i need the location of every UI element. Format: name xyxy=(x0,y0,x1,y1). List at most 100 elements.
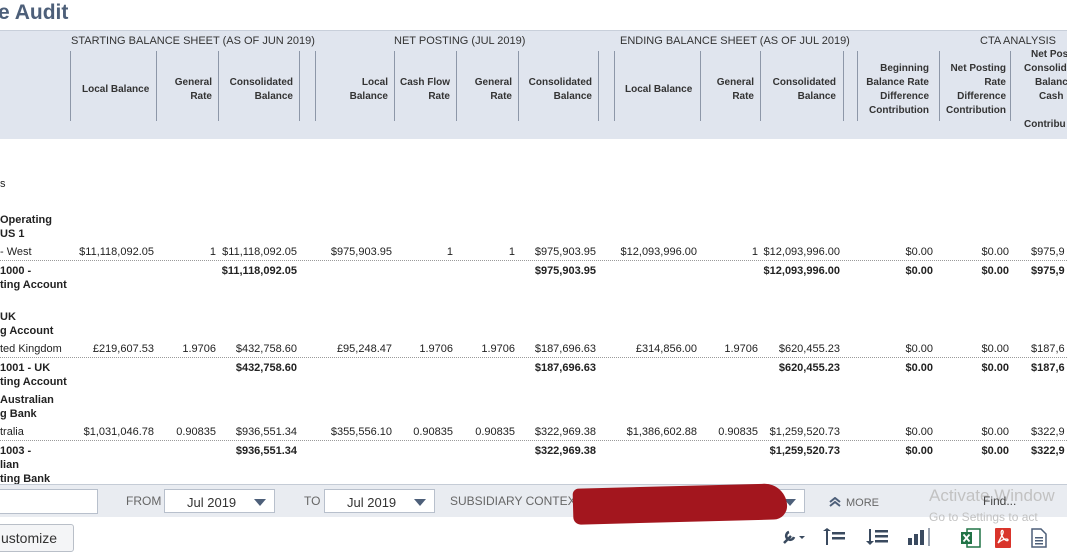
cell-end-local: £314,856.00 xyxy=(635,343,697,355)
cell-end-consolidated: $620,455.23 xyxy=(778,343,840,355)
total-net-consolidated: $322,969.38 xyxy=(534,445,596,457)
total-label: 1000 - ting Account xyxy=(0,265,67,291)
to-period-select[interactable]: Jul 2019 xyxy=(324,489,435,513)
cell-net-consolidated: $975,903.95 xyxy=(534,246,596,258)
section-label: s xyxy=(0,178,6,190)
cell-start-consolidated: $11,118,092.05 xyxy=(222,246,297,258)
cell-start-rate: 1.9706 xyxy=(182,343,216,355)
subsidiary-context-label: SUBSIDIARY CONTEXT xyxy=(450,494,583,508)
group-cta-analysis: CTA ANALYSIS xyxy=(980,35,1057,47)
bar-chart-icon[interactable] xyxy=(906,528,936,551)
total-label: 1003 - lian ting Bank xyxy=(0,445,51,485)
col-start-consolidated[interactable]: Consolidated Balance xyxy=(222,76,293,104)
cell-start-consolidated: $936,551.34 xyxy=(235,426,297,438)
col-end-rate[interactable]: General Rate xyxy=(703,76,754,104)
customize-button[interactable]: ustomize xyxy=(0,524,74,552)
total-start-consolidated: $936,551.34 xyxy=(235,445,297,457)
column-header: STARTING BALANCE SHEET (AS OF JUN 2019) … xyxy=(0,30,1067,139)
cell-net-local: $975,903.95 xyxy=(330,246,392,258)
to-label: TO xyxy=(304,494,321,508)
col-net-cashflow-rate[interactable]: Cash Flow Rate xyxy=(396,76,450,104)
cell-end-rate: 1.9706 xyxy=(724,343,758,355)
cell-net-rate: 1.9706 xyxy=(481,343,515,355)
total-cta-net: $0.00 xyxy=(981,362,1009,374)
total-cta-net: $0.00 xyxy=(981,265,1009,277)
total-start-consolidated: $432,758.60 xyxy=(235,362,297,374)
filter-input[interactable] xyxy=(0,489,98,514)
activate-windows-hint: Go to Settings to act xyxy=(929,510,1038,524)
cell-cta-cash: $322,9 xyxy=(1031,426,1065,438)
expand-all-icon[interactable] xyxy=(864,528,890,551)
print-document-icon[interactable] xyxy=(1030,528,1048,553)
filter-bar: FROM Jul 2019 TO Jul 2019 SUBSIDIARY CON… xyxy=(0,484,1067,517)
more-button[interactable]: MORE xyxy=(829,496,879,509)
from-label: FROM xyxy=(126,494,162,508)
chevron-down-icon xyxy=(414,499,426,506)
cell-net-consolidated: $322,969.38 xyxy=(534,426,596,438)
cell-end-consolidated: $12,093,996.00 xyxy=(763,246,840,258)
col-cta-cash-cut[interactable]: Net Pos Consolid Balanc Cash Contribu xyxy=(1024,48,1067,132)
col-net-consolidated[interactable]: Consolidated Balance xyxy=(521,76,592,104)
col-end-consolidated[interactable]: Consolidated Balance xyxy=(764,76,836,104)
cell-start-rate: 0.90835 xyxy=(176,426,216,438)
cell-start-local: $11,118,092.05 xyxy=(79,246,154,258)
redaction-mark xyxy=(572,483,788,525)
account-heading: Australian g Bank xyxy=(0,394,54,420)
total-cta-beginning: $0.00 xyxy=(905,265,933,277)
cell-net-cf-rate: 0.90835 xyxy=(413,426,453,438)
total-end-consolidated: $1,259,520.73 xyxy=(769,445,840,457)
page-title: e Audit xyxy=(0,1,69,24)
row-label: - West xyxy=(0,246,32,258)
group-starting-balance: STARTING BALANCE SHEET (AS OF JUN 2019) xyxy=(71,35,315,47)
total-net-consolidated: $187,696.63 xyxy=(534,362,596,374)
account-heading: Operating US 1 xyxy=(0,214,52,240)
col-start-rate[interactable]: General Rate xyxy=(160,76,212,104)
find-input[interactable]: Find... xyxy=(983,494,1016,508)
total-end-consolidated: $12,093,996.00 xyxy=(763,265,840,277)
col-start-local[interactable]: Local Balance xyxy=(82,83,149,97)
cell-end-rate: 0.90835 xyxy=(718,426,758,438)
pdf-export-icon[interactable] xyxy=(993,528,1013,553)
cell-net-cf-rate: 1.9706 xyxy=(419,343,453,355)
total-cta-cash: $975,9 xyxy=(1031,265,1065,277)
total-start-consolidated: $11,118,092.05 xyxy=(221,265,297,277)
cell-cta-cash: $975,9 xyxy=(1031,246,1065,258)
cell-cta-beginning: $0.00 xyxy=(905,426,933,438)
cell-end-local: $12,093,996.00 xyxy=(620,246,697,258)
account-heading: UK g Account xyxy=(0,311,54,337)
col-cta-beginning[interactable]: Beginning Balance Rate Difference Contribut… xyxy=(860,62,929,118)
cell-start-local: £219,607.53 xyxy=(92,343,154,355)
group-ending-balance: ENDING BALANCE SHEET (AS OF JUL 2019) xyxy=(620,35,850,47)
from-period-select[interactable]: Jul 2019 xyxy=(164,489,275,513)
total-label: 1001 - UK ting Account xyxy=(0,362,67,388)
cell-start-consolidated: $432,758.60 xyxy=(235,343,297,355)
total-net-consolidated: $975,903.95 xyxy=(534,265,596,277)
row-label: tralia xyxy=(0,426,24,438)
cell-cta-cash: $187,6 xyxy=(1031,343,1065,355)
col-end-local[interactable]: Local Balance xyxy=(625,83,692,97)
cell-net-consolidated: $187,696.63 xyxy=(534,343,596,355)
cell-start-local: $1,031,046.78 xyxy=(83,426,154,438)
cell-net-local: $355,556.10 xyxy=(330,426,392,438)
col-net-rate[interactable]: General Rate xyxy=(460,76,512,104)
chevron-down-icon xyxy=(254,499,266,506)
cell-net-rate: 0.90835 xyxy=(475,426,515,438)
excel-export-icon[interactable] xyxy=(960,528,982,553)
row-label: ted Kingdom xyxy=(0,343,62,355)
total-cta-net: $0.00 xyxy=(981,445,1009,457)
total-cta-cash: $187,6 xyxy=(1031,362,1065,374)
wrench-icon[interactable] xyxy=(781,528,807,551)
cell-net-local: £95,248.47 xyxy=(336,343,392,355)
total-cta-beginning: $0.00 xyxy=(905,445,933,457)
collapse-all-icon[interactable] xyxy=(821,528,847,551)
cell-net-rate: 1 xyxy=(508,246,515,258)
cell-cta-net: $0.00 xyxy=(981,246,1009,258)
col-net-local[interactable]: Local Balance xyxy=(330,76,388,104)
cell-cta-beginning: $0.00 xyxy=(905,246,933,258)
cell-cta-net: $0.00 xyxy=(981,426,1009,438)
col-cta-net-posting[interactable]: Net Posting Rate Difference Contribution xyxy=(940,62,1006,118)
total-cta-beginning: $0.00 xyxy=(905,362,933,374)
cell-cta-net: $0.00 xyxy=(981,343,1009,355)
cell-net-cf-rate: 1 xyxy=(446,246,453,258)
cell-cta-beginning: $0.00 xyxy=(905,343,933,355)
